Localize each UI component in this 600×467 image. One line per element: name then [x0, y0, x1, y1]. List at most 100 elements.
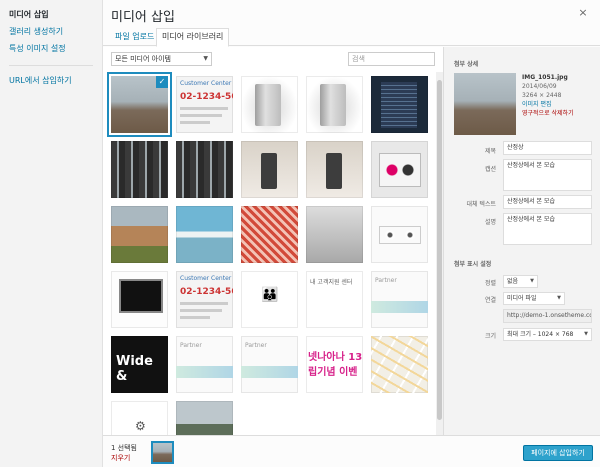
attachments-grid: ✓Customer Center02-1234-5678Customer Cen…	[103, 72, 443, 435]
attachment-thumbnail[interactable]	[176, 206, 233, 263]
thumb-text: Customer Center	[180, 80, 232, 87]
attachment-thumbnail[interactable]: 넷나아나 13 립기념 이벤	[306, 336, 363, 393]
link-to-select[interactable]: 미디어 파일 ▼	[503, 292, 565, 305]
thumb-text: 내 고객지원 센터	[310, 279, 353, 286]
thumb-text: ⚙	[135, 419, 146, 433]
attachment-thumbnail[interactable]	[111, 206, 168, 263]
alignment-select[interactable]: 없음 ▼	[503, 275, 538, 288]
attachment-thumbnail[interactable]: Customer Center 02-1234-5678	[176, 271, 233, 328]
alt-text-label: 대체 텍스트	[466, 201, 496, 208]
description-label: 설명	[484, 219, 496, 226]
alt-text-field[interactable]: 산정상에서 본 모습	[503, 195, 592, 209]
attachment-thumbnail[interactable]	[371, 206, 428, 263]
thumb-text: 넷나아나 13 립기념 이벤	[308, 352, 363, 378]
chevron-down-icon: ▼	[203, 55, 208, 62]
thumb-line	[180, 316, 210, 319]
alignment-label: 정렬	[484, 280, 496, 287]
thumb-text: Wide &	[116, 354, 168, 384]
chevron-down-icon: ▼	[530, 278, 534, 284]
thumb-text: Partner	[180, 342, 202, 349]
media-toolbar-bottom: 1 선택됨 지우기 페이지에 삽입하기	[103, 435, 600, 467]
thumb-line	[180, 302, 228, 305]
details-date: 2014/06/09	[522, 83, 557, 90]
thumb-line	[180, 309, 222, 312]
attachment-thumbnail[interactable]	[241, 76, 298, 133]
thumb-line	[180, 121, 210, 124]
menu-insert-media[interactable]: 미디어 삽입	[0, 6, 102, 23]
menu-insert-from-url[interactable]: URL에서 삽입하기	[0, 72, 102, 89]
details-filename: IMG_1051.jpg	[522, 74, 568, 81]
attachment-thumbnail[interactable]: 내 고객지원 센터	[306, 271, 363, 328]
attachment-thumbnail[interactable]: Wide &	[111, 336, 168, 393]
attachment-thumbnail[interactable]: Partner	[371, 271, 428, 328]
filter-value: 모든 미디어 아이템	[115, 55, 171, 63]
thumb-text: Partner	[375, 277, 397, 284]
family-icon: 👪	[261, 287, 279, 303]
display-settings-heading: 첨부 표시 설정	[454, 261, 492, 268]
attachment-thumbnail[interactable]	[111, 141, 168, 198]
thumb-line	[180, 107, 228, 110]
thumb-wave	[371, 301, 428, 313]
thumb-wave	[176, 366, 233, 378]
link-url-field[interactable]: http://demo-1.onsetheme.co	[503, 309, 592, 323]
media-menu: 미디어 삽입 갤러리 생성하기 특성 이미지 설정 URL에서 삽입하기	[0, 0, 103, 467]
attachment-thumbnail[interactable]	[371, 76, 428, 133]
attachment-thumbnail[interactable]	[371, 336, 428, 393]
library-toolbar: 모든 미디어 아이템 ▼ 검색	[103, 47, 443, 72]
insert-into-page-button[interactable]: 페이지에 삽입하기	[523, 445, 593, 461]
search-input[interactable]: 검색	[348, 52, 435, 66]
attachment-thumbnail[interactable]	[306, 76, 363, 133]
attachment-thumbnail[interactable]: Partner	[241, 336, 298, 393]
attachment-thumbnail[interactable]	[306, 206, 363, 263]
delete-permanently-link[interactable]: 영구적으로 삭제하기	[522, 109, 574, 118]
size-label: 크기	[484, 333, 496, 340]
attachment-thumbnail[interactable]	[371, 141, 428, 198]
grid-scrollbar[interactable]	[436, 72, 443, 435]
attachment-thumbnail[interactable]	[176, 141, 233, 198]
attachment-thumbnail[interactable]	[241, 206, 298, 263]
link-to-value: 미디어 파일	[507, 295, 537, 302]
scrollbar-thumb[interactable]	[437, 80, 442, 420]
menu-create-gallery[interactable]: 갤러리 생성하기	[0, 23, 102, 40]
attachment-thumbnail[interactable]: Partner	[176, 336, 233, 393]
tab-upload-files[interactable]: 파일 업로드	[109, 28, 160, 46]
attachment-thumbnail[interactable]: ⚙	[111, 401, 168, 435]
size-value: 최대 크기 – 1024 × 768	[507, 331, 574, 338]
selection-thumbnail[interactable]	[151, 441, 174, 464]
close-icon[interactable]: ×	[566, 0, 600, 25]
attachment-thumbnail[interactable]	[176, 401, 233, 435]
link-to-label: 연결	[484, 297, 496, 304]
caption-field[interactable]: 산정상에서 본 모습	[503, 159, 592, 191]
edit-image-link[interactable]: 이미지 편집	[522, 100, 574, 109]
clear-selection-link[interactable]: 지우기	[111, 453, 130, 463]
attachment-thumbnail[interactable]	[241, 141, 298, 198]
details-info: IMG_1051.jpg 2014/06/09 3264 × 2448 이미지 …	[522, 73, 574, 118]
attachment-thumbnail[interactable]	[111, 271, 168, 328]
media-filter-select[interactable]: 모든 미디어 아이템 ▼	[111, 52, 212, 66]
attachment-thumbnail[interactable]	[306, 141, 363, 198]
thumb-text: Partner	[245, 342, 267, 349]
attachment-thumbnail[interactable]: ✓	[111, 76, 168, 133]
chevron-down-icon: ▼	[584, 331, 588, 337]
thumb-text: Customer Center	[180, 275, 232, 282]
attachment-thumbnail[interactable]: Customer Center 02-1234-5678	[176, 76, 233, 133]
menu-featured-image[interactable]: 특성 이미지 설정	[0, 40, 102, 57]
attachment-details-panel: 첨부 상세 IMG_1051.jpg 2014/06/09 3264 × 244…	[443, 47, 600, 435]
description-field[interactable]: 산정상에서 본 모습	[503, 213, 592, 245]
menu-separator	[9, 65, 93, 66]
attachment-thumbnail[interactable]: 👪	[241, 271, 298, 328]
tab-media-library[interactable]: 미디어 라이브러리	[156, 28, 230, 47]
checkmark-icon[interactable]: ✓	[156, 76, 168, 88]
details-dimensions: 3264 × 2448	[522, 92, 562, 99]
thumb-text: 02-1234-5678	[180, 92, 233, 102]
router-tabs: 파일 업로드 미디어 라이브러리	[103, 28, 600, 47]
title-field[interactable]: 산정상	[503, 141, 592, 155]
thumb-line	[180, 114, 222, 117]
size-select[interactable]: 최대 크기 – 1024 × 768 ▼	[503, 328, 592, 341]
details-thumbnail	[454, 73, 516, 135]
title-label: 제목	[484, 148, 496, 155]
details-heading: 첨부 상세	[454, 61, 479, 68]
caption-label: 캡션	[484, 166, 496, 173]
thumb-wave	[241, 366, 298, 378]
thumb-text: 02-1234-5678	[180, 287, 233, 297]
